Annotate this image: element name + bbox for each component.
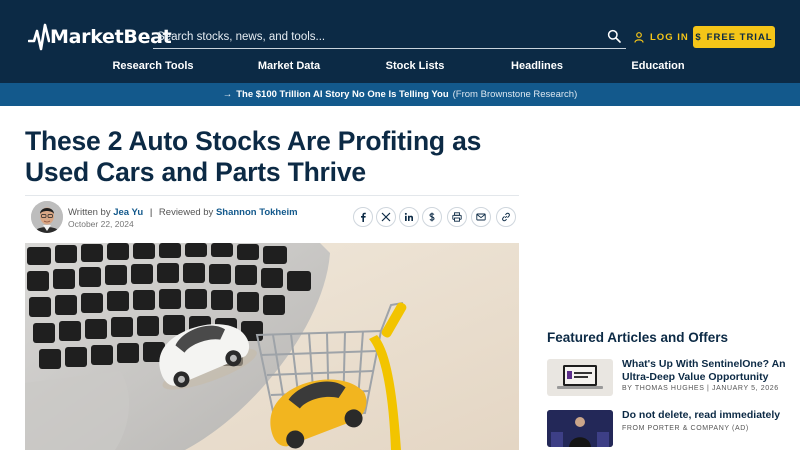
featured-card-thumbnail <box>547 410 613 447</box>
facebook-icon <box>361 212 366 222</box>
featured-section-title: Featured Articles and Offers <box>547 330 729 345</box>
login-label: LOG IN <box>650 31 689 43</box>
marketbeat-logo[interactable]: MarketBeat <box>28 22 172 52</box>
linkedin-icon <box>404 212 413 221</box>
featured-card-meta: FROM PORTER & COMPANY (AD) <box>622 425 749 432</box>
print-button[interactable] <box>447 207 467 227</box>
share-stocktwits-button[interactable] <box>422 207 442 227</box>
nav-item-headlines[interactable]: Headlines <box>511 60 563 72</box>
free-trial-button[interactable]: $ FREE TRIAL <box>693 26 775 48</box>
user-icon <box>634 31 644 43</box>
author-avatar[interactable] <box>31 201 63 233</box>
main-nav: Research Tools Market Data Stock Lists H… <box>0 60 800 76</box>
site-header: MarketBeat LOG IN $ FREE TRIAL Research … <box>0 0 800 83</box>
article-hero-image <box>25 243 519 450</box>
divider <box>25 195 519 196</box>
nav-item-stock-lists[interactable]: Stock Lists <box>386 60 445 72</box>
link-icon <box>502 212 510 222</box>
featured-card[interactable]: Do not delete, read immediately FROM POR… <box>547 409 787 450</box>
written-by-label: Written by <box>68 207 111 218</box>
arrow-icon: → <box>222 89 233 100</box>
dollar-icon: $ <box>695 31 702 43</box>
promo-text: The $100 Trillion AI Story No One Is Tel… <box>236 89 449 100</box>
share-x-button[interactable] <box>376 207 396 227</box>
reviewed-by-label: Reviewed by <box>158 207 214 218</box>
reviewer-link[interactable]: Shannon Tokheim <box>216 207 298 218</box>
login-link[interactable]: LOG IN <box>634 29 689 45</box>
promo-banner[interactable]: → The $100 Trillion AI Story No One Is T… <box>0 83 800 106</box>
search-bar <box>153 26 626 49</box>
print-icon <box>452 212 462 222</box>
featured-card-meta: BY THOMAS HUGHES | JANUARY 5, 2026 <box>622 385 779 392</box>
article-byline: Written by Jea Yu | Reviewed by Shannon … <box>68 207 298 218</box>
nav-item-research-tools[interactable]: Research Tools <box>112 60 193 72</box>
search-input[interactable] <box>157 28 597 46</box>
laptop-keyboard-toy-cars-illustration <box>25 243 519 450</box>
featured-card-thumbnail <box>547 359 613 396</box>
share-facebook-button[interactable] <box>353 207 373 227</box>
featured-card-title[interactable]: What's Up With SentinelOne? An Ultra-Dee… <box>622 358 787 383</box>
search-icon[interactable] <box>607 29 621 43</box>
x-icon <box>381 212 391 222</box>
author-link[interactable]: Jea Yu <box>113 207 143 218</box>
promo-source: (From Brownstone Research) <box>452 89 578 100</box>
free-trial-label: FREE TRIAL <box>706 31 773 43</box>
byline-separator: | <box>149 207 153 218</box>
email-icon <box>476 213 486 221</box>
nav-item-market-data[interactable]: Market Data <box>258 60 320 72</box>
nav-item-education[interactable]: Education <box>631 60 684 72</box>
copy-link-button[interactable] <box>496 207 516 227</box>
email-button[interactable] <box>471 207 491 227</box>
article-headline: These 2 Auto Stocks Are Profiting as Use… <box>25 126 482 187</box>
featured-card-title[interactable]: Do not delete, read immediately <box>622 409 787 422</box>
article-date: October 22, 2024 <box>68 219 134 229</box>
featured-card[interactable]: What's Up With SentinelOne? An Ultra-Dee… <box>547 358 787 399</box>
share-linkedin-button[interactable] <box>399 207 419 227</box>
dollar-sign-icon <box>429 212 435 222</box>
logo-pulse-icon <box>28 23 50 51</box>
